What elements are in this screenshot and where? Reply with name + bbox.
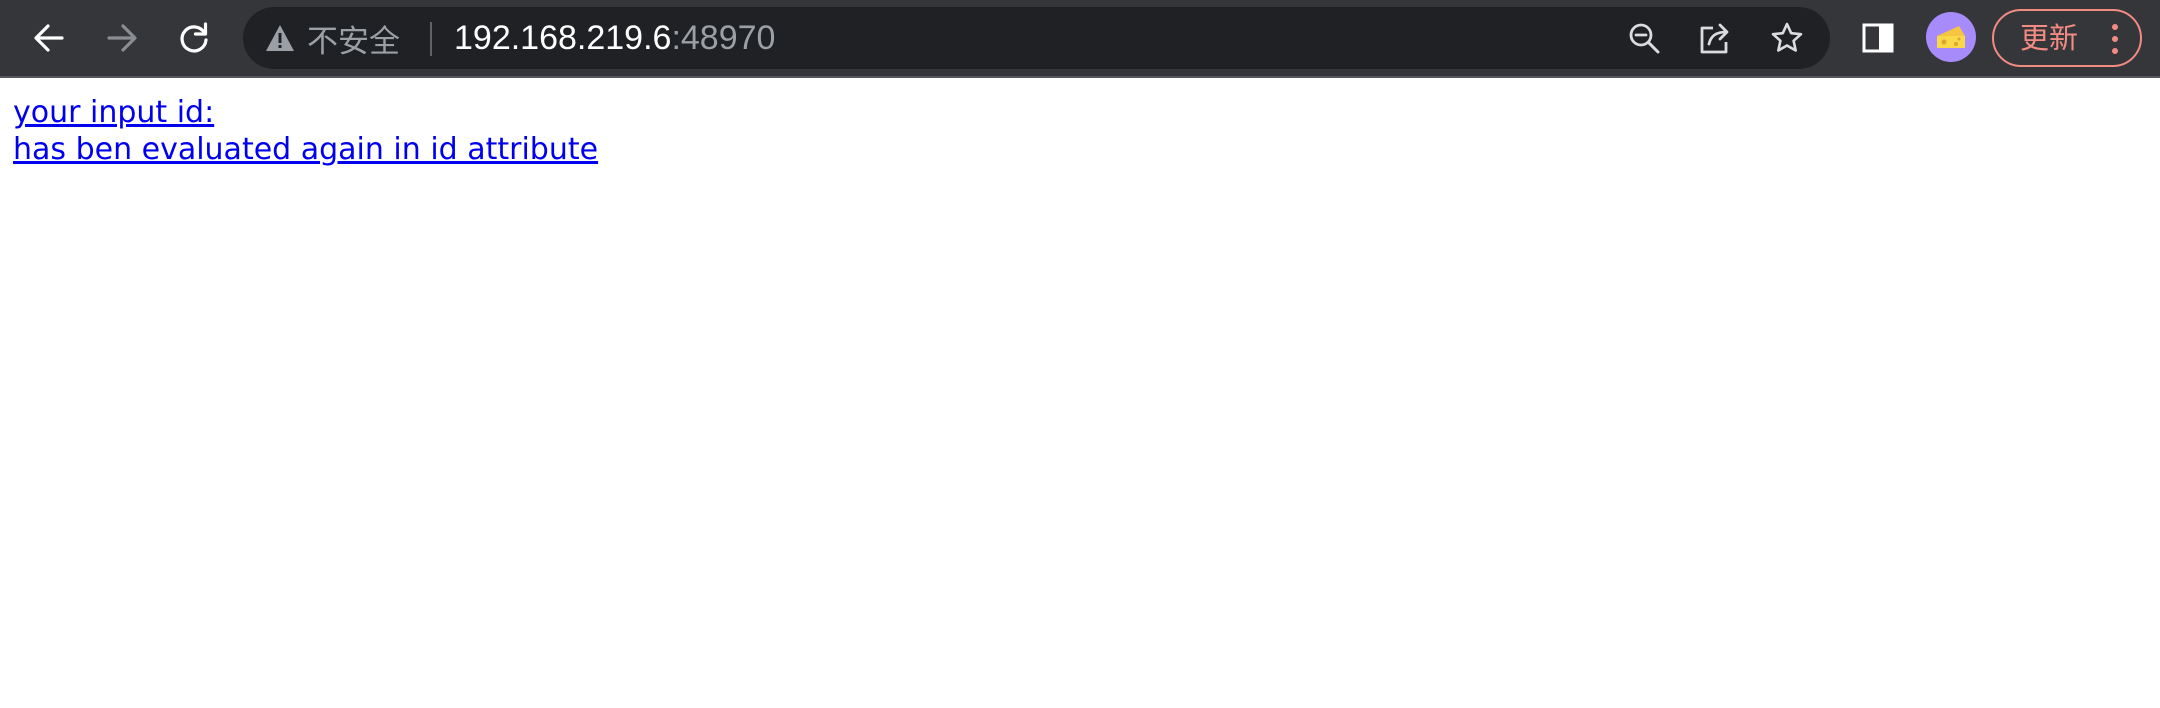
address-bar[interactable]: 不安全 192.168.219.6:48970 (243, 7, 1830, 69)
share-button[interactable] (1691, 13, 1741, 63)
url-host: 192.168.219.6 (454, 19, 672, 57)
update-button-label: 更新 (2020, 21, 2079, 55)
page-content: your input id: has ben evaluated again i… (13, 94, 598, 168)
evaluated-id-link[interactable]: has ben evaluated again in id attribute (13, 131, 598, 168)
input-id-link[interactable]: your input id: (13, 94, 598, 131)
browser-toolbar: 不安全 192.168.219.6:48970 更新 (0, 0, 2160, 78)
arrow-right-icon (107, 24, 137, 52)
side-panel-button[interactable] (1853, 13, 1903, 63)
warning-triangle-icon (266, 25, 294, 51)
zoom-button[interactable] (1619, 13, 1669, 63)
arrow-left-icon (34, 24, 64, 52)
profile-avatar[interactable] (1926, 12, 1976, 62)
omnibox-divider (430, 22, 432, 56)
back-button[interactable] (24, 13, 74, 63)
url-port: :48970 (671, 19, 776, 57)
share-icon (1700, 23, 1729, 54)
security-indicator[interactable]: 不安全 (265, 7, 400, 69)
reload-icon (180, 22, 208, 53)
cheese-emoji-icon (1937, 26, 1965, 48)
side-panel-icon (1862, 23, 1894, 53)
zoom-out-icon (1629, 23, 1660, 54)
update-button[interactable]: 更新 (1992, 9, 2142, 67)
reload-button[interactable] (169, 13, 219, 63)
security-label: 不安全 (307, 23, 400, 60)
kebab-menu-icon[interactable] (2112, 24, 2118, 54)
forward-button[interactable] (97, 13, 147, 63)
bookmark-button[interactable] (1762, 13, 1812, 63)
star-icon (1771, 22, 1803, 52)
url-text[interactable]: 192.168.219.6:48970 (454, 7, 775, 69)
